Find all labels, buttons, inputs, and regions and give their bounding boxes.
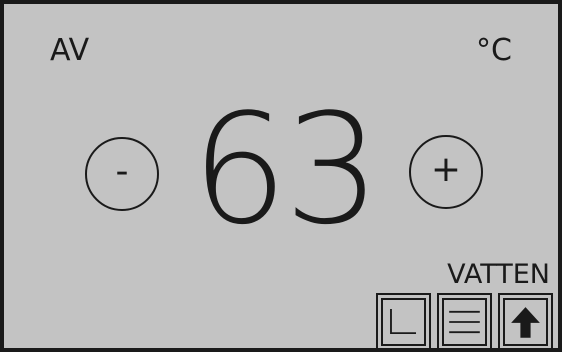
arrow-up-icon xyxy=(511,307,540,338)
plus-label: + xyxy=(430,149,462,190)
menu-lines-button[interactable] xyxy=(437,293,492,348)
corner-l-icon xyxy=(390,309,417,335)
water-mode-label: VATTEN xyxy=(447,259,550,290)
increase-temperature-button[interactable]: + xyxy=(409,135,483,209)
minus-label: - xyxy=(115,151,129,192)
temperature-unit-label: °C xyxy=(476,33,512,68)
arrow-up-button[interactable] xyxy=(498,293,553,348)
decrease-temperature-button[interactable]: - xyxy=(85,137,159,211)
temperature-value: 63 xyxy=(191,81,380,258)
menu-lines-icon xyxy=(449,310,480,334)
control-panel-screen: AV °C - 63 + VATTEN xyxy=(0,0,562,352)
mode-status-label: AV xyxy=(50,33,90,68)
corner-l-button[interactable] xyxy=(376,293,431,348)
